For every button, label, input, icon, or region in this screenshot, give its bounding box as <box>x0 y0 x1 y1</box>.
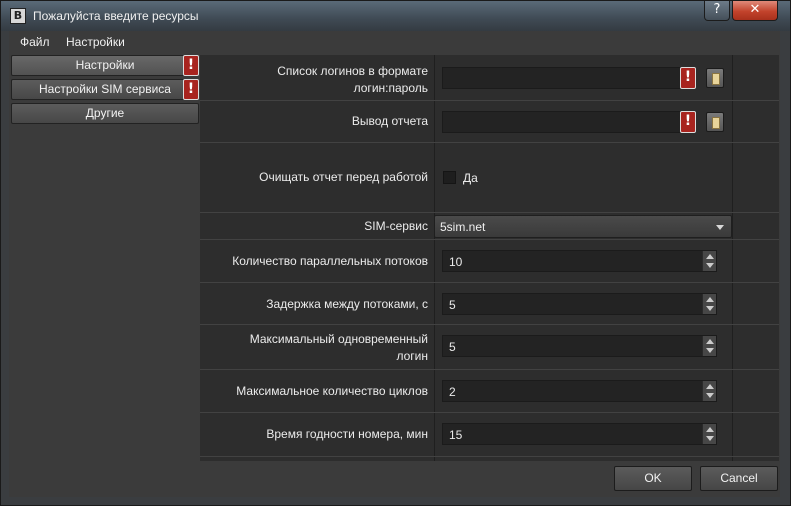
arrow-down-icon[interactable] <box>706 393 714 398</box>
dialog-window: B Пожалуйста введите ресурсы ? ✕ Файл На… <box>0 0 791 506</box>
arrow-up-icon[interactable] <box>706 254 714 259</box>
checkbox-label[interactable]: Да <box>463 171 478 185</box>
report-file-input[interactable]: ! <box>442 111 696 133</box>
sim-service-select[interactable]: 5sim.net <box>434 215 732 238</box>
cancel-button[interactable]: Cancel <box>700 466 778 491</box>
field-label: Количество параллельных потоков <box>232 254 428 268</box>
arrow-up-icon[interactable] <box>706 384 714 389</box>
label-line: логин:пароль <box>353 81 428 95</box>
field-label: Список логинов в формате логин:пароль <box>200 63 428 97</box>
spinbox-arrows[interactable] <box>702 381 716 401</box>
field-label: Задержка между потоками, с <box>266 297 428 311</box>
form-row-clear-report: Очищать отчет перед работой Да <box>200 143 779 213</box>
app-icon: B <box>10 8 26 24</box>
select-value: 5sim.net <box>440 220 486 234</box>
field-label: SIM-сервис <box>364 219 428 233</box>
sidebar-item-sim-settings[interactable]: Настройки SIM сервиса ! <box>11 79 199 100</box>
sidebar-item-settings[interactable]: Настройки ! <box>11 55 199 76</box>
delay-spinbox[interactable]: 5 <box>442 293 717 315</box>
warning-icon: ! <box>680 111 696 133</box>
sidebar-item-label: Настройки <box>75 58 135 72</box>
arrow-up-icon[interactable] <box>706 339 714 344</box>
field-label: Время годности номера, мин <box>266 427 428 441</box>
spinbox-arrows[interactable] <box>702 424 716 444</box>
form-row-report: Вывод отчета ! <box>200 101 779 143</box>
form-row-max-login: Максимальный одновременный логин 5 <box>200 325 779 370</box>
label-line: Список логинов в формате <box>277 64 428 78</box>
form-row-number-ttl: Время годности номера, мин 15 <box>200 413 779 457</box>
warning-icon: ! <box>680 67 696 89</box>
max-login-spinbox[interactable]: 5 <box>442 335 717 357</box>
threads-spinbox[interactable]: 10 <box>442 250 717 272</box>
spinbox-value: 2 <box>449 385 456 399</box>
close-button[interactable]: ✕ <box>732 1 778 21</box>
spinbox-value: 10 <box>449 255 463 269</box>
form-row-max-cycles: Максимальное количество циклов 2 <box>200 370 779 413</box>
warning-icon: ! <box>183 79 199 100</box>
folder-icon[interactable] <box>706 68 724 88</box>
number-ttl-spinbox[interactable]: 15 <box>442 423 717 445</box>
menu-file[interactable]: Файл <box>20 35 50 49</box>
spinbox-arrows[interactable] <box>702 336 716 356</box>
dialog-client: Файл Настройки Настройки ! Настройки SIM… <box>9 31 780 497</box>
spinbox-arrows[interactable] <box>702 294 716 314</box>
form-row-logins: Список логинов в формате логин:пароль ! <box>200 55 779 101</box>
folder-icon[interactable] <box>706 112 724 132</box>
help-button[interactable]: ? <box>704 1 730 21</box>
spinbox-value: 5 <box>449 340 456 354</box>
form-row-threads: Количество параллельных потоков 10 <box>200 240 779 283</box>
warning-icon: ! <box>183 55 199 76</box>
label-line: логин <box>396 349 428 363</box>
max-cycles-spinbox[interactable]: 2 <box>442 380 717 402</box>
window-title: Пожалуйста введите ресурсы <box>33 9 199 23</box>
label-line: Максимальный одновременный <box>249 332 428 346</box>
arrow-down-icon[interactable] <box>706 348 714 353</box>
menu-bar: Файл Настройки <box>9 31 780 53</box>
sidebar-item-label: Настройки SIM сервиса <box>39 82 171 96</box>
field-label: Максимальное количество циклов <box>236 384 428 398</box>
arrow-down-icon[interactable] <box>706 263 714 268</box>
title-bar[interactable]: B Пожалуйста введите ресурсы ? ✕ <box>1 1 790 31</box>
field-label: Очищать отчет перед работой <box>259 170 428 184</box>
field-label: Вывод отчета <box>351 114 428 128</box>
clear-report-checkbox[interactable] <box>443 171 456 184</box>
field-label: Максимальный одновременный логин <box>200 331 428 365</box>
form-row-sim-service: SIM-сервис 5sim.net <box>200 213 779 240</box>
spinbox-value: 5 <box>449 298 456 312</box>
spinbox-arrows[interactable] <box>702 251 716 271</box>
settings-form: Список логинов в формате логин:пароль ! … <box>200 55 779 461</box>
arrow-down-icon[interactable] <box>706 436 714 441</box>
form-row-delay: Задержка между потоками, с 5 <box>200 283 779 325</box>
arrow-up-icon[interactable] <box>706 427 714 432</box>
ok-button[interactable]: OK <box>614 466 692 491</box>
menu-settings[interactable]: Настройки <box>66 35 125 49</box>
logins-file-input[interactable]: ! <box>442 67 696 89</box>
spinbox-value: 15 <box>449 428 463 442</box>
chevron-down-icon <box>716 225 724 230</box>
arrow-up-icon[interactable] <box>706 297 714 302</box>
arrow-down-icon[interactable] <box>706 306 714 311</box>
sidebar-item-other[interactable]: Другие <box>11 103 199 124</box>
sidebar-item-label: Другие <box>85 106 125 120</box>
